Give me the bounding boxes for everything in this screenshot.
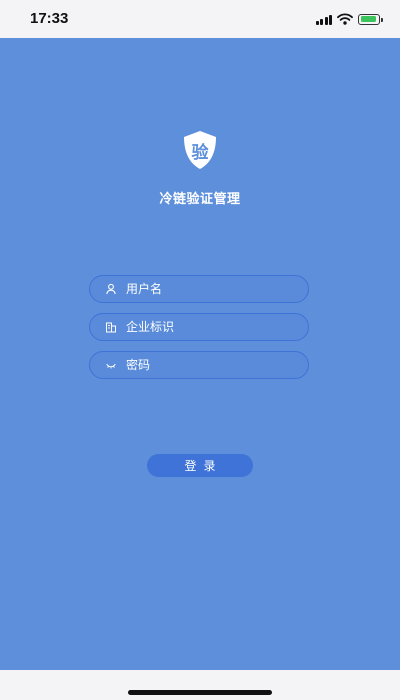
eye-closed-icon <box>106 363 116 369</box>
status-time: 17:33 <box>30 10 69 27</box>
app-title: 冷链验证管理 <box>159 192 241 207</box>
signal-icon <box>315 14 332 25</box>
login-screen: 验 冷链验证管理 登录 <box>0 38 400 670</box>
app-logo: 验 <box>178 128 222 172</box>
logo-character: 验 <box>191 143 209 163</box>
password-field[interactable] <box>89 351 309 379</box>
status-icons <box>315 12 383 26</box>
password-input[interactable] <box>126 352 296 377</box>
battery-charging-icon <box>358 13 383 25</box>
status-bar: 17:33 <box>0 0 400 38</box>
wifi-icon <box>337 13 353 25</box>
battery-level-fill <box>360 16 376 22</box>
username-input[interactable] <box>126 276 296 301</box>
home-bar-area <box>0 670 400 700</box>
company-input[interactable] <box>126 314 296 339</box>
building-icon <box>106 322 116 333</box>
home-indicator[interactable] <box>128 690 272 695</box>
company-field[interactable] <box>89 313 309 341</box>
user-icon <box>106 283 116 295</box>
username-field[interactable] <box>89 275 309 303</box>
login-button[interactable]: 登录 <box>147 454 253 477</box>
